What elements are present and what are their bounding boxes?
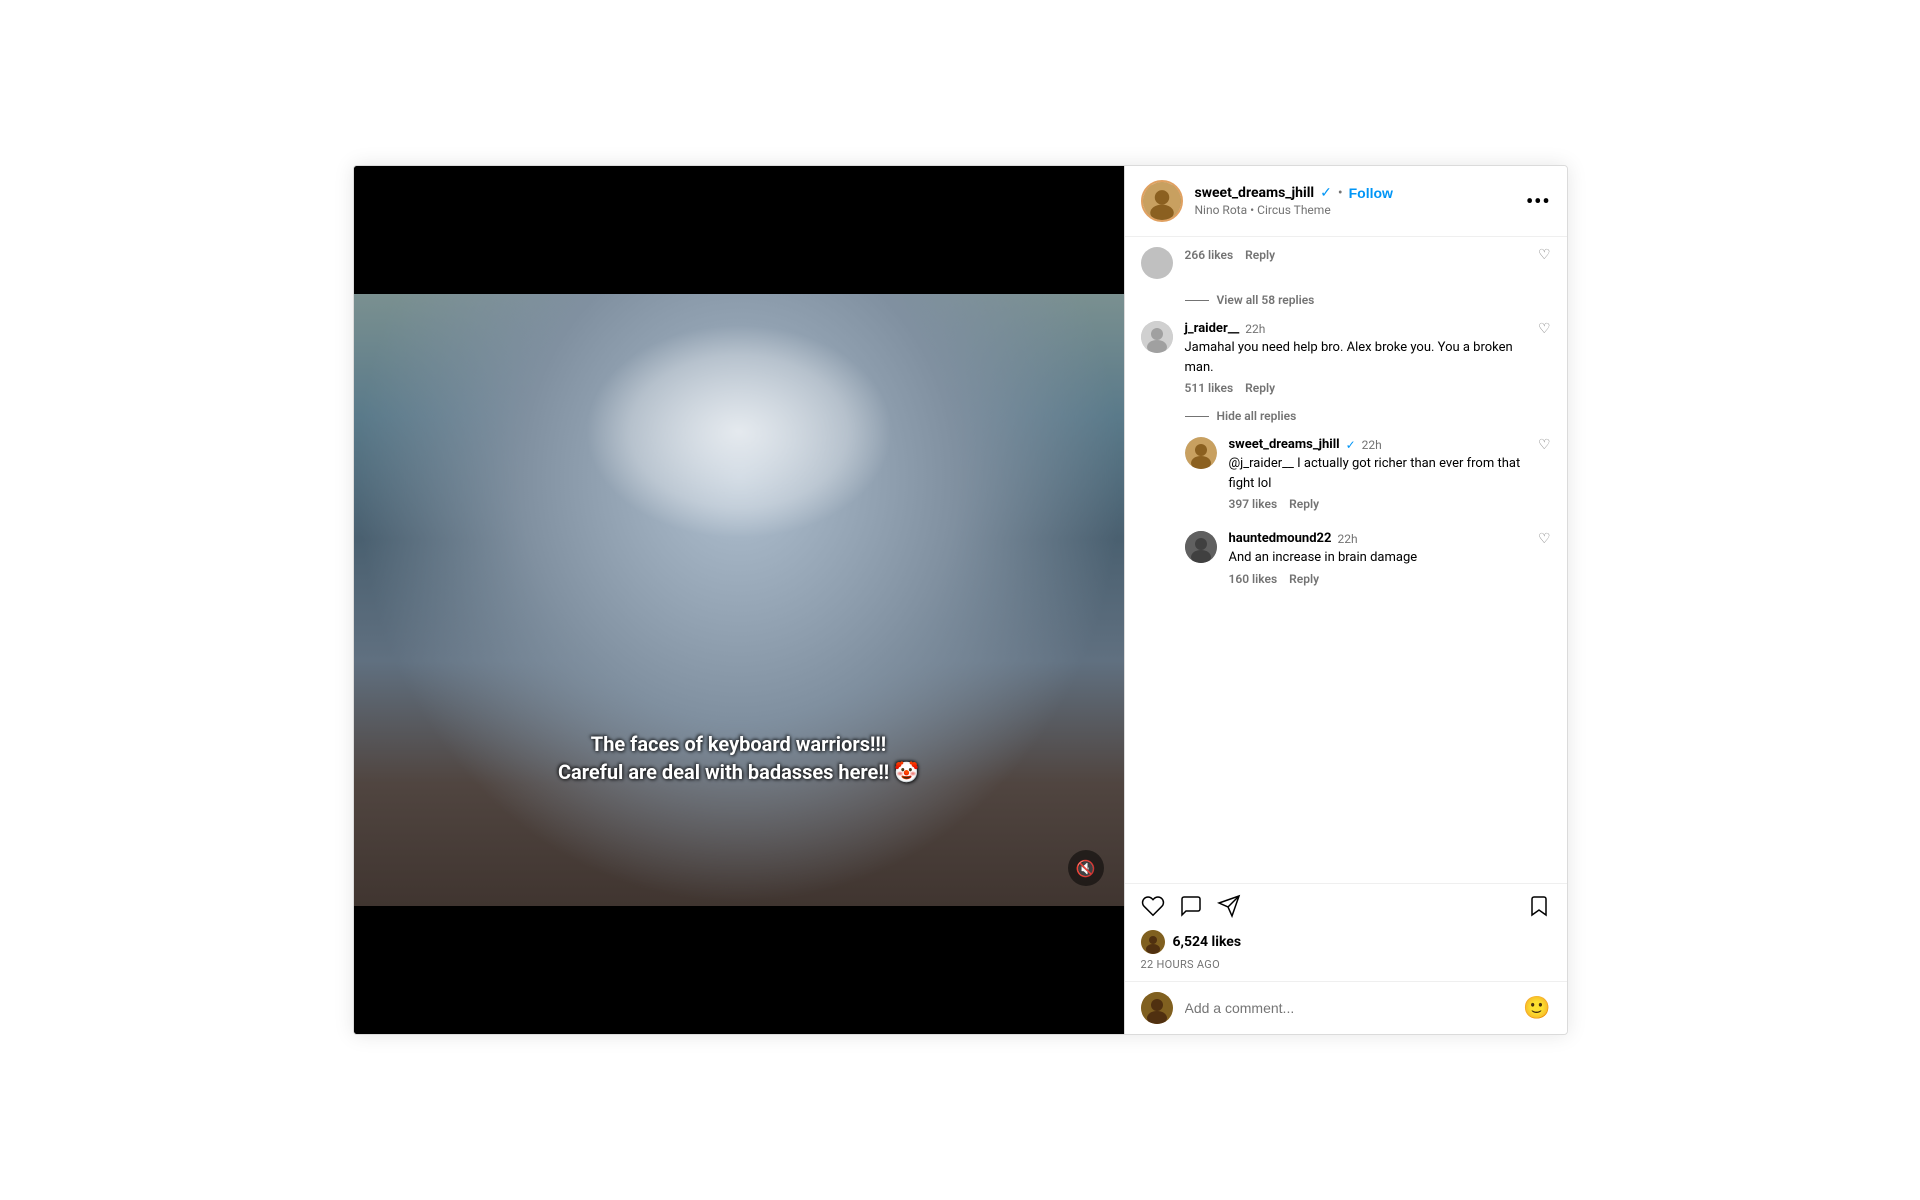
dot-separator: • [1338, 185, 1343, 201]
comment-actions: 397 likes Reply [1229, 497, 1526, 511]
likes-count: 6,524 likes [1173, 934, 1242, 950]
comment-actions: 511 likes Reply [1185, 381, 1526, 395]
comment-avatar [1141, 321, 1173, 353]
post-author-avatar[interactable] [1141, 180, 1183, 222]
replies-line [1185, 416, 1209, 417]
comment-actions: 160 likes Reply [1229, 572, 1526, 586]
list-item: sweet_dreams_jhill ✓ 22h @j_raider__ I a… [1125, 427, 1567, 521]
bookmark-button[interactable] [1527, 894, 1551, 924]
add-comment-row: 🙂 [1125, 981, 1567, 1034]
comment-body: hauntedmound22 22h And an increase in br… [1229, 531, 1526, 586]
mute-button[interactable]: 🔇 [1068, 850, 1104, 886]
list-item: j_raider__ 22h Jamahal you need help bro… [1125, 311, 1567, 405]
media-panel: The faces of keyboard warriors!!! Carefu… [354, 166, 1124, 1034]
more-options-button[interactable]: ••• [1526, 189, 1551, 213]
comment-text: Jamahal you need help bro. Alex broke yo… [1185, 338, 1526, 377]
music-info: Nino Rota • Circus Theme [1195, 203, 1518, 217]
like-icon[interactable]: ♡ [1538, 247, 1551, 263]
comment-likes: 511 likes [1185, 381, 1234, 395]
comment-username[interactable]: sweet_dreams_jhill [1229, 437, 1340, 452]
verified-badge: ✓ [1346, 438, 1356, 452]
comment-likes: 266 likes [1185, 248, 1234, 262]
comment-username[interactable]: j_raider__ [1185, 321, 1240, 336]
comment-avatar [1185, 531, 1217, 563]
send-button[interactable] [1217, 894, 1241, 924]
comments-scroll-area[interactable]: 266 likes Reply ♡ View all 58 replies [1125, 237, 1567, 883]
comment-avatar [1185, 437, 1217, 469]
like-icon[interactable]: ♡ [1538, 531, 1551, 586]
emoji-button[interactable]: 🙂 [1523, 996, 1550, 1021]
comment-meta: j_raider__ 22h [1185, 321, 1526, 336]
replies-line [1185, 300, 1209, 301]
view-all-replies[interactable]: View all 58 replies [1125, 289, 1567, 311]
comment-time: 22h [1362, 438, 1382, 452]
post-timestamp: 22 hours ago [1125, 958, 1567, 981]
comment-reply-btn[interactable]: Reply [1245, 248, 1275, 262]
likes-row: 6,524 likes [1125, 930, 1567, 958]
follow-button[interactable]: Follow [1349, 185, 1393, 201]
comment-time: 22h [1245, 322, 1265, 336]
music-track: Circus Theme [1257, 203, 1331, 217]
comments-panel: sweet_dreams_jhill ✓ • Follow Nino Rota … [1124, 166, 1567, 1034]
comment-body: sweet_dreams_jhill ✓ 22h @j_raider__ I a… [1229, 437, 1526, 511]
comment-time: 22h [1337, 532, 1357, 546]
header-info: sweet_dreams_jhill ✓ • Follow Nino Rota … [1195, 185, 1518, 217]
comment-meta: hauntedmound22 22h [1229, 531, 1526, 546]
liker-avatar [1141, 930, 1165, 954]
verified-badge: ✓ [1320, 185, 1332, 201]
comment-meta: sweet_dreams_jhill ✓ 22h [1229, 437, 1526, 452]
comment-actions: 266 likes Reply ♡ [1185, 247, 1551, 263]
comment-reply-btn[interactable]: Reply [1289, 497, 1319, 511]
post-header: sweet_dreams_jhill ✓ • Follow Nino Rota … [1125, 166, 1567, 237]
view-replies-label: View all 58 replies [1217, 293, 1315, 307]
comment-likes: 397 likes [1229, 497, 1278, 511]
comment-input[interactable] [1185, 1000, 1524, 1016]
media-top-black [354, 166, 1124, 294]
media-bottom-black [354, 906, 1124, 1034]
current-user-avatar [1141, 992, 1173, 1024]
like-icon[interactable]: ♡ [1538, 321, 1551, 395]
username-row: sweet_dreams_jhill ✓ • Follow [1195, 185, 1518, 201]
comment-reply-btn[interactable]: Reply [1245, 381, 1275, 395]
action-bar: 6,524 likes 22 hours ago 🙂 [1125, 883, 1567, 1034]
comment-button[interactable] [1179, 894, 1203, 924]
list-item: 266 likes Reply ♡ [1125, 237, 1567, 289]
action-icons-row [1125, 884, 1567, 930]
post-image: The faces of keyboard warriors!!! Carefu… [354, 294, 1124, 907]
comment-body: 266 likes Reply ♡ [1185, 247, 1551, 279]
list-item: hauntedmound22 22h And an increase in br… [1125, 521, 1567, 596]
hide-all-replies[interactable]: Hide all replies [1125, 405, 1567, 427]
comment-reply-btn[interactable]: Reply [1289, 572, 1319, 586]
comment-body: j_raider__ 22h Jamahal you need help bro… [1185, 321, 1526, 395]
author-username[interactable]: sweet_dreams_jhill [1195, 185, 1315, 201]
mute-icon: 🔇 [1076, 859, 1096, 878]
comment-avatar [1141, 247, 1173, 279]
comment-username[interactable]: hauntedmound22 [1229, 531, 1332, 546]
like-button[interactable] [1141, 894, 1165, 924]
comment-text: And an increase in brain damage [1229, 548, 1526, 568]
comment-text: @j_raider__ I actually got richer than e… [1229, 454, 1526, 493]
music-artist: Nino Rota [1195, 203, 1248, 217]
overlay-text: The faces of keyboard warriors!!! Carefu… [431, 730, 1047, 786]
like-icon[interactable]: ♡ [1538, 437, 1551, 511]
avatar-image [1143, 182, 1181, 220]
comment-likes: 160 likes [1229, 572, 1278, 586]
hide-replies-label: Hide all replies [1217, 409, 1297, 423]
